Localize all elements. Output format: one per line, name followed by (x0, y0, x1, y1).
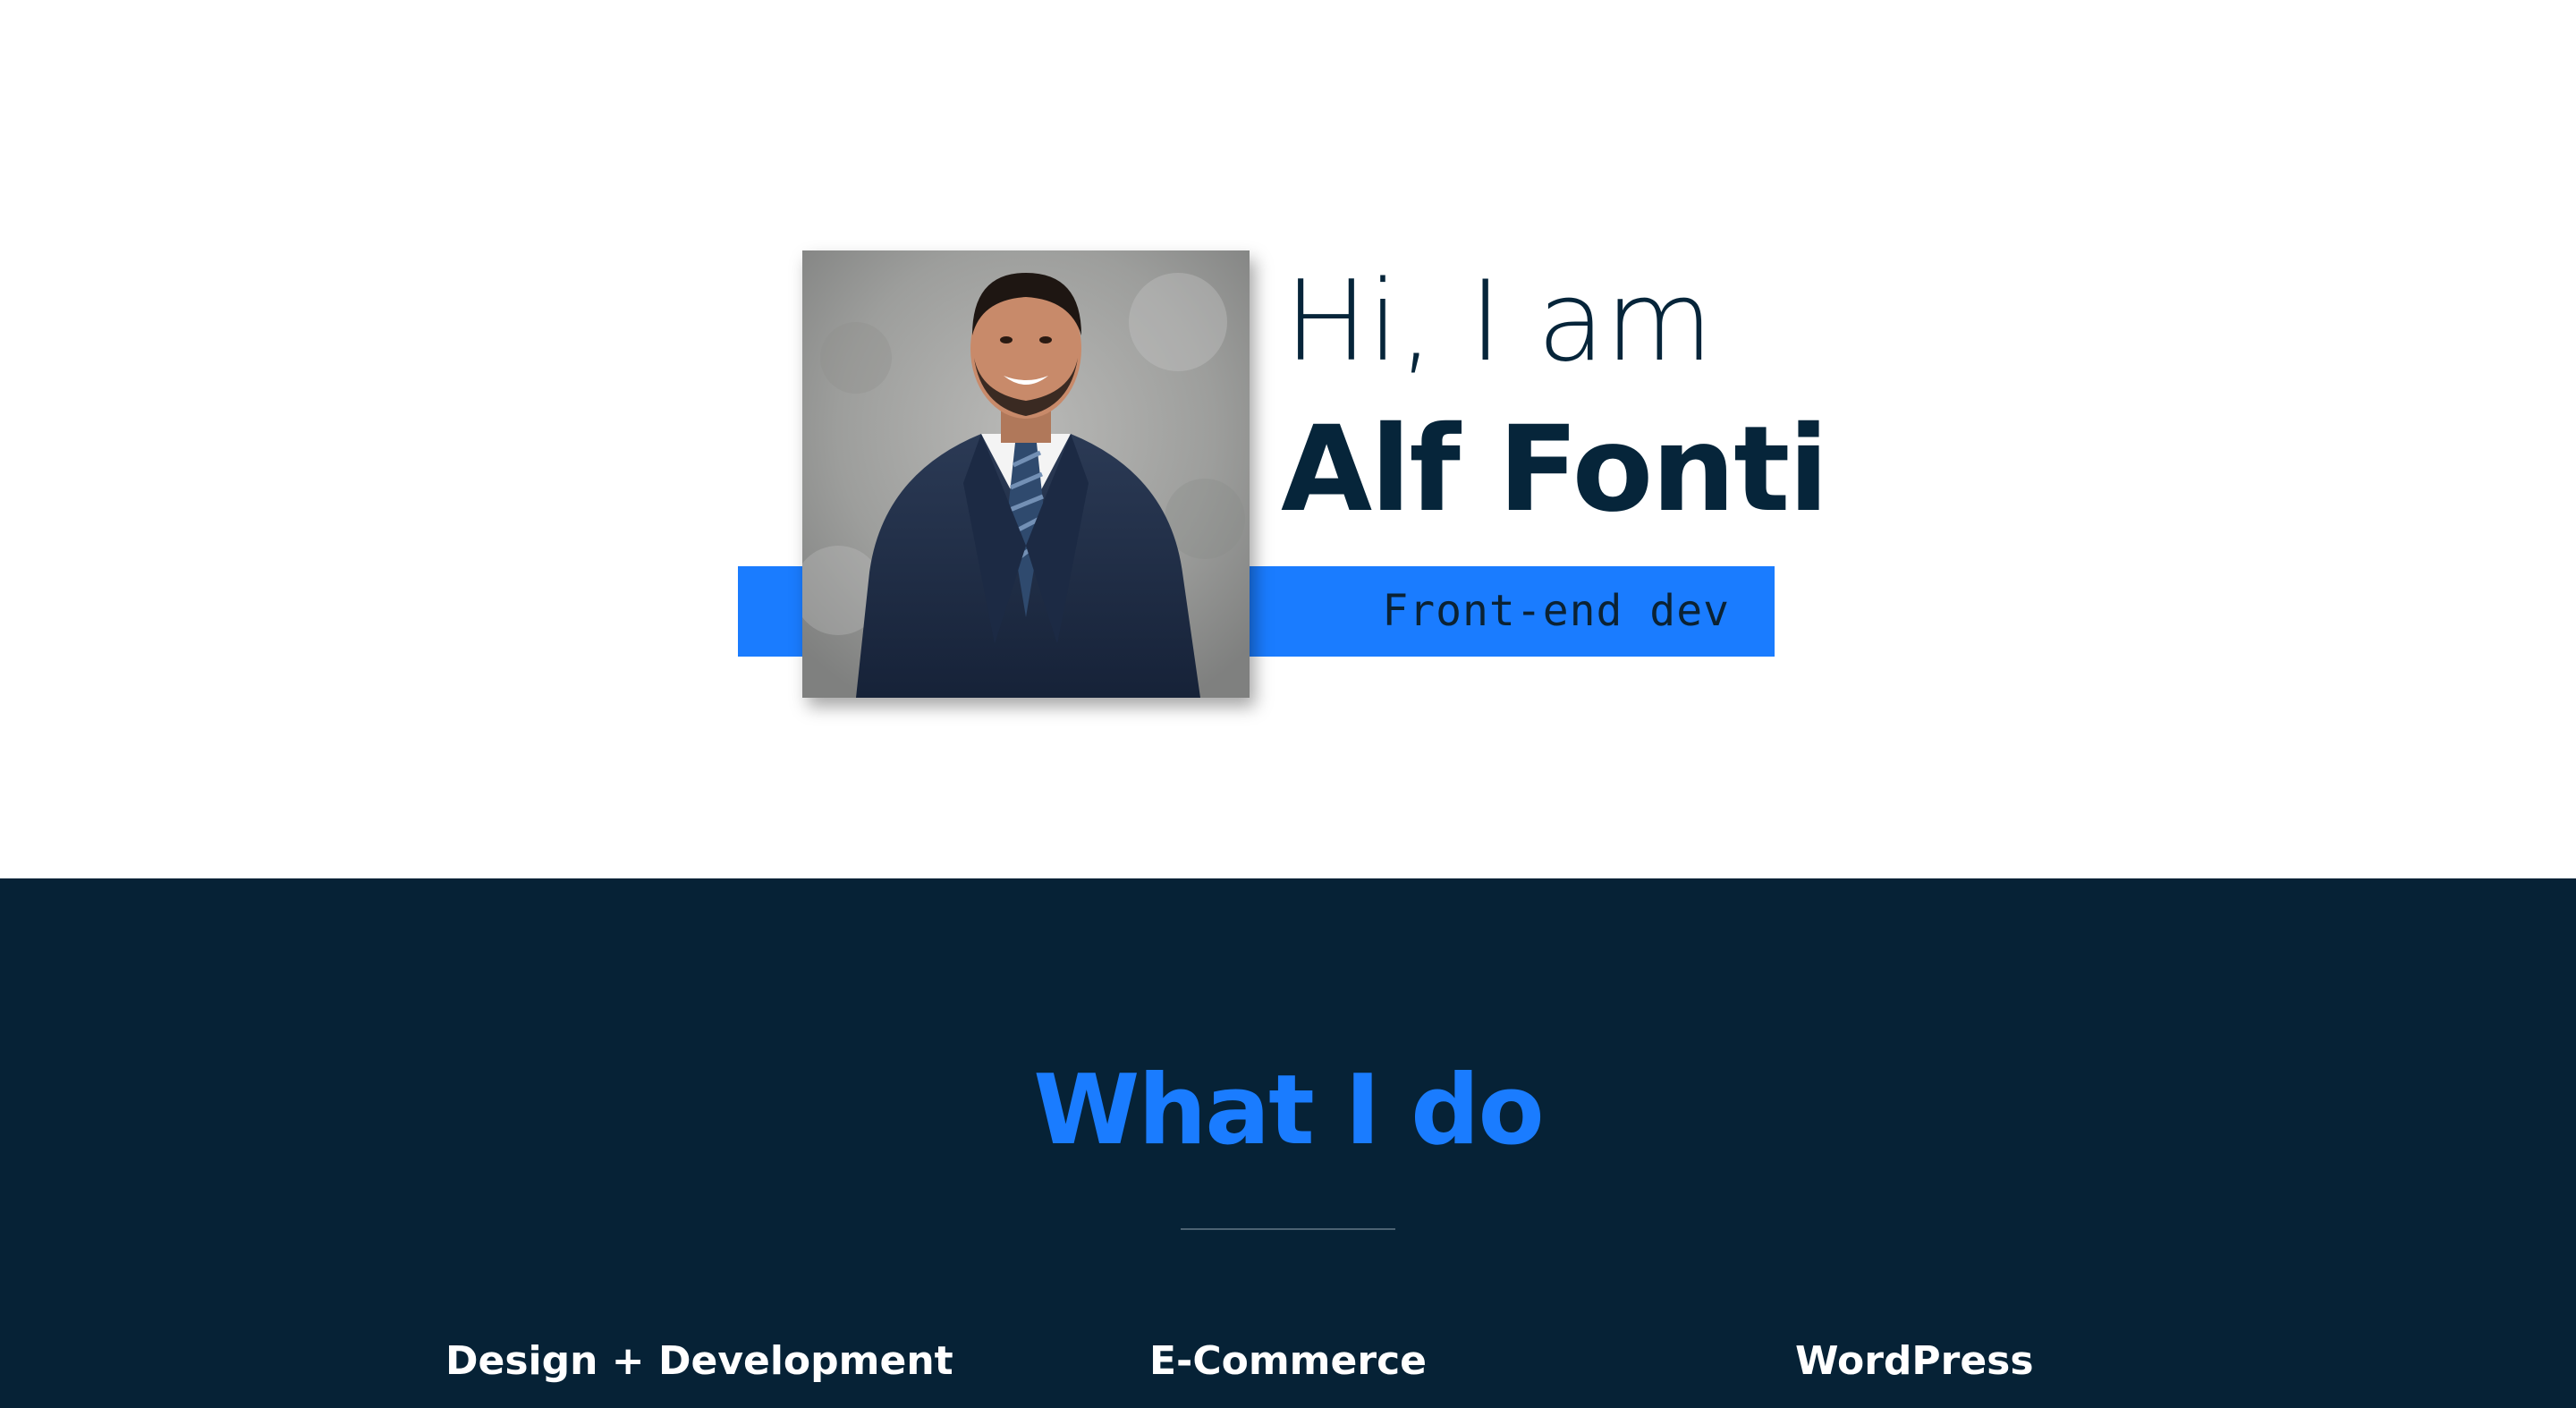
hero-greeting: Hi, I am (1284, 258, 1714, 386)
hero-section: Front-end dev Hi, I am Alf Fonti (0, 0, 2576, 878)
profile-photo (802, 250, 1250, 698)
services-section: What I do Design + Development E-Commerc… (0, 878, 2576, 1408)
section-title: What I do (1033, 1055, 1544, 1166)
service-wordpress: WordPress (1795, 1338, 2034, 1384)
service-design-development: Design + Development (445, 1338, 953, 1384)
hero-name: Alf Fonti (1281, 401, 1829, 539)
section-divider (1181, 1228, 1395, 1230)
role-label: Front-end dev (1382, 586, 1730, 636)
service-ecommerce: E-Commerce (1149, 1338, 1427, 1384)
